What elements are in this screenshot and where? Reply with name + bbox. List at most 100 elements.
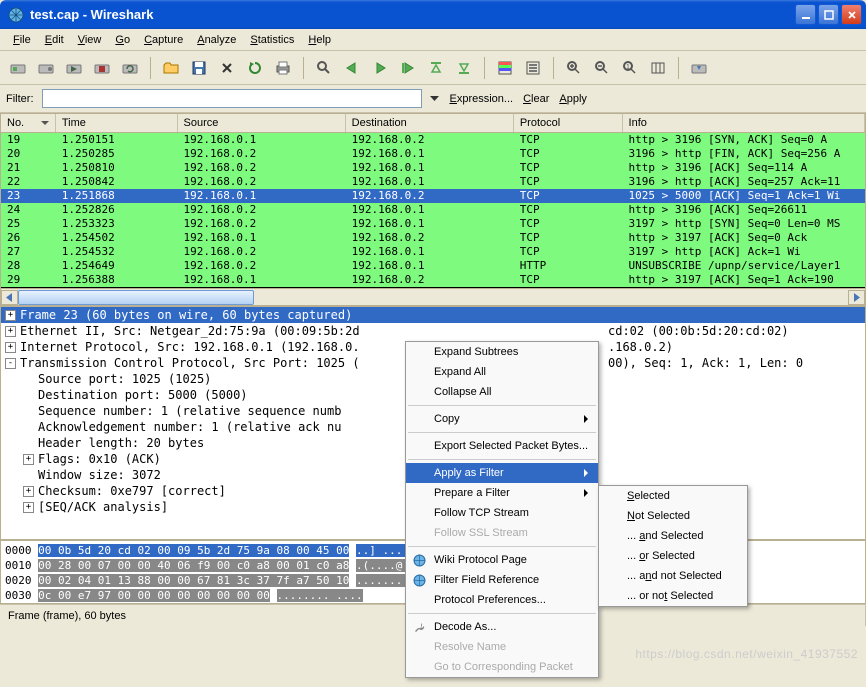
go-back-icon[interactable] <box>340 56 364 80</box>
packet-row[interactable]: 201.250285192.168.0.2192.168.0.1TCP3196 … <box>1 147 865 161</box>
filter-input[interactable] <box>42 89 422 108</box>
submenu-arrow-icon <box>584 469 592 477</box>
print-icon[interactable] <box>271 56 295 80</box>
packet-row[interactable]: 271.254532192.168.0.2192.168.0.1TCP3197 … <box>1 245 865 259</box>
clear-button[interactable]: Clear <box>521 93 551 105</box>
submenu-item[interactable]: ... and not Selected <box>599 566 747 586</box>
filter-dropdown-icon[interactable] <box>428 89 442 108</box>
scroll-thumb[interactable] <box>18 290 254 305</box>
zoom-in-icon[interactable] <box>562 56 586 80</box>
menu-item[interactable]: Protocol Preferences... <box>406 590 598 610</box>
expand-icon[interactable]: + <box>5 342 16 353</box>
menu-item[interactable]: Expand All <box>406 362 598 382</box>
menu-view[interactable]: View <box>71 32 109 48</box>
menu-go[interactable]: Go <box>108 32 137 48</box>
apply-button[interactable]: Apply <box>557 93 589 105</box>
packet-row[interactable]: 251.253323192.168.0.2192.168.0.1TCP3197 … <box>1 217 865 231</box>
packet-row[interactable]: 281.254649192.168.0.2192.168.0.1HTTPUNSU… <box>1 259 865 273</box>
expand-icon[interactable]: + <box>5 326 16 337</box>
colorize-icon[interactable] <box>493 56 517 80</box>
menu-edit[interactable]: Edit <box>38 32 71 48</box>
tree-node[interactable]: +Ethernet II, Src: Netgear_2d:75:9a (00:… <box>1 323 865 339</box>
packet-scrollbar[interactable] <box>0 289 866 306</box>
expand-icon[interactable]: + <box>5 310 16 321</box>
menu-item[interactable]: Copy <box>406 409 598 429</box>
column-header[interactable]: Destination <box>346 114 514 132</box>
window-title: test.cap - Wireshark <box>28 7 795 22</box>
menu-analyze[interactable]: Analyze <box>190 32 243 48</box>
column-header[interactable]: Source <box>178 114 346 132</box>
column-header[interactable]: Time <box>56 114 178 132</box>
tree-node[interactable]: +Frame 23 (60 bytes on wire, 60 bytes ca… <box>1 307 865 323</box>
maximize-button[interactable] <box>818 4 839 25</box>
submenu-item[interactable]: Selected <box>599 486 747 506</box>
expand-icon[interactable]: + <box>23 454 34 465</box>
menu-help[interactable]: Help <box>301 32 338 48</box>
open-icon[interactable] <box>159 56 183 80</box>
interfaces-icon[interactable] <box>6 56 30 80</box>
expression-button[interactable]: EExpression...xpression... <box>448 93 516 105</box>
menu-item: Resolve Name <box>406 637 598 657</box>
scroll-right-icon[interactable] <box>848 290 865 305</box>
menu-item[interactable]: Filter Field Reference <box>406 570 598 590</box>
scroll-left-icon[interactable] <box>1 290 18 305</box>
expand-icon[interactable]: + <box>23 486 34 497</box>
column-header[interactable]: Info <box>623 114 865 132</box>
goto-last-icon[interactable] <box>452 56 476 80</box>
expand-icon[interactable]: + <box>23 502 34 513</box>
resize-columns-icon[interactable] <box>646 56 670 80</box>
menu-item[interactable]: Apply as Filter <box>406 463 598 483</box>
column-header[interactable]: No. <box>1 114 56 132</box>
packet-row[interactable]: 221.250842192.168.0.2192.168.0.1TCP3196 … <box>1 175 865 189</box>
menu-file[interactable]: File <box>6 32 38 48</box>
menu-statistics[interactable]: Statistics <box>243 32 301 48</box>
globe-icon <box>412 573 426 587</box>
menu-item[interactable]: Collapse All <box>406 382 598 402</box>
titlebar: test.cap - Wireshark <box>0 0 866 29</box>
minimize-button[interactable] <box>795 4 816 25</box>
submenu-item[interactable]: ... or Selected <box>599 546 747 566</box>
column-header[interactable]: Protocol <box>514 114 623 132</box>
packet-row[interactable]: 241.252826192.168.0.2192.168.0.1TCPhttp … <box>1 203 865 217</box>
find-icon[interactable] <box>312 56 336 80</box>
menu-item[interactable]: Prepare a Filter <box>406 483 598 503</box>
restart-capture-icon[interactable] <box>118 56 142 80</box>
menu-item: Follow SSL Stream <box>406 523 598 543</box>
submenu-item[interactable]: Not Selected <box>599 506 747 526</box>
options-icon[interactable] <box>34 56 58 80</box>
packet-row[interactable]: 211.250810192.168.0.2192.168.0.1TCPhttp … <box>1 161 865 175</box>
submenu-item[interactable]: ... and Selected <box>599 526 747 546</box>
menu-item[interactable]: Wiki Protocol Page <box>406 550 598 570</box>
svg-text:1: 1 <box>626 64 630 71</box>
zoom-out-icon[interactable] <box>590 56 614 80</box>
goto-first-icon[interactable] <box>424 56 448 80</box>
menu-item[interactable]: Follow TCP Stream <box>406 503 598 523</box>
submenu-item[interactable]: ... or not Selected <box>599 586 747 606</box>
close-file-icon[interactable] <box>215 56 239 80</box>
goto-packet-icon[interactable] <box>396 56 420 80</box>
packet-row[interactable]: 231.251868192.168.0.1192.168.0.2TCP1025 … <box>1 189 865 203</box>
packet-row[interactable]: 291.256388192.168.0.1192.168.0.2TCPhttp … <box>1 273 865 287</box>
packet-row[interactable]: 191.250151192.168.0.1192.168.0.2TCPhttp … <box>1 133 865 147</box>
wrench-icon <box>412 620 426 634</box>
packet-list[interactable]: 191.250151192.168.0.1192.168.0.2TCPhttp … <box>0 133 866 289</box>
go-forward-icon[interactable] <box>368 56 392 80</box>
menu-capture[interactable]: Capture <box>137 32 190 48</box>
close-button[interactable] <box>841 4 862 25</box>
save-icon[interactable] <box>187 56 211 80</box>
globe-icon <box>412 553 426 567</box>
reload-icon[interactable] <box>243 56 267 80</box>
stop-capture-icon[interactable] <box>90 56 114 80</box>
packet-row[interactable]: 261.254502192.168.0.1192.168.0.2TCPhttp … <box>1 231 865 245</box>
submenu-arrow-icon <box>584 415 592 423</box>
start-capture-icon[interactable] <box>62 56 86 80</box>
filter-label: Filter: <box>6 93 36 105</box>
zoom-reset-icon[interactable]: 1 <box>618 56 642 80</box>
menu-item[interactable]: Export Selected Packet Bytes... <box>406 436 598 456</box>
menubar: FileEditViewGoCaptureAnalyzeStatisticsHe… <box>0 29 866 51</box>
autoscroll-icon[interactable] <box>521 56 545 80</box>
expand-icon[interactable]: - <box>5 358 16 369</box>
menu-item[interactable]: Expand Subtrees <box>406 342 598 362</box>
capture-filters-icon[interactable] <box>687 56 711 80</box>
menu-item[interactable]: Decode As... <box>406 617 598 637</box>
